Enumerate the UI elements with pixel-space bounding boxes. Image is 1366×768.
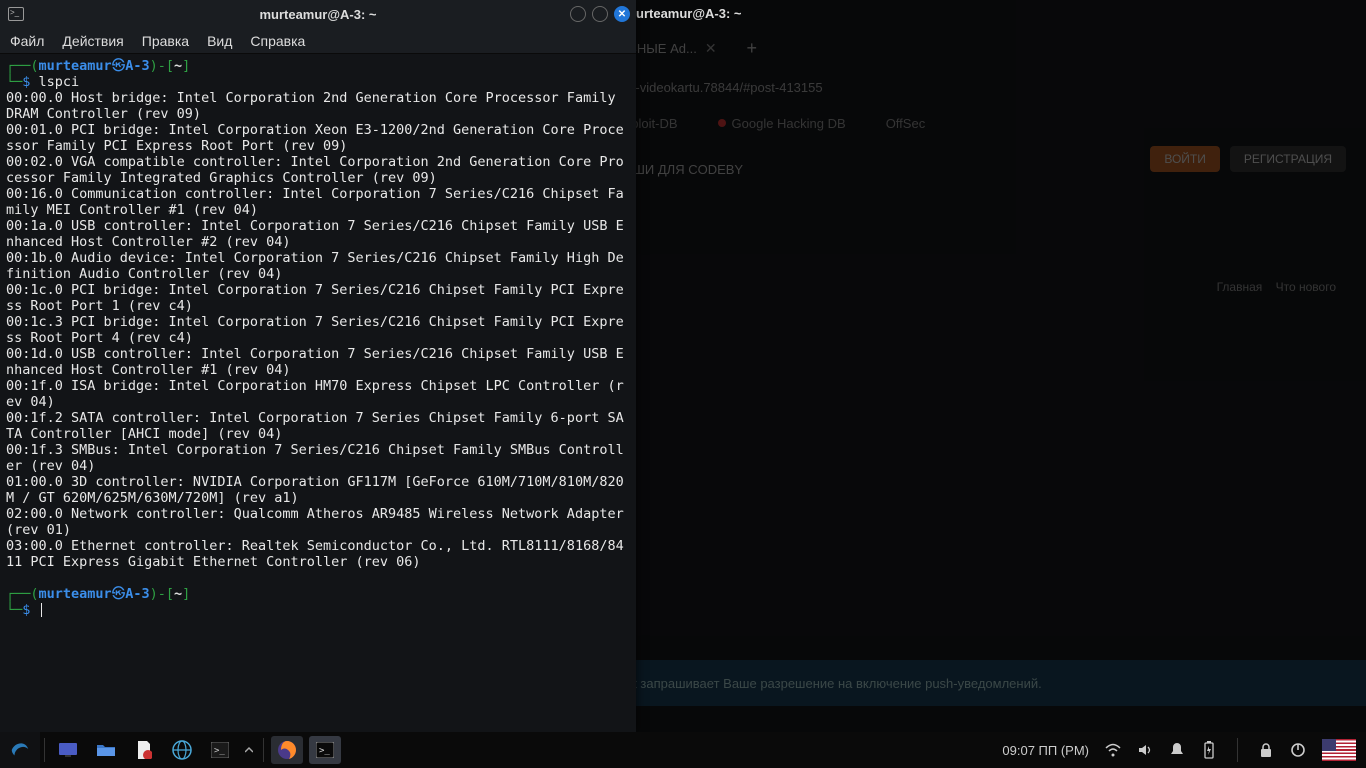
taskbar-app-browser[interactable] bbox=[166, 736, 198, 764]
taskbar-clock[interactable]: 09:07 ПП (PM) bbox=[1002, 743, 1089, 758]
menu-help[interactable]: Справка bbox=[250, 33, 305, 49]
terminal-titlebar[interactable]: >_ murteamur@A-3: ~ ✕ bbox=[0, 0, 636, 28]
svg-text:>_: >_ bbox=[214, 746, 225, 756]
bookmark-item[interactable]: Google Hacking DB bbox=[718, 116, 846, 131]
typed-command: lspci bbox=[39, 74, 80, 90]
taskbar-separator bbox=[263, 738, 264, 762]
terminal-menubar: Файл Действия Правка Вид Справка bbox=[0, 28, 636, 54]
command-output: 00:00.0 Host bridge: Intel Corporation 2… bbox=[6, 90, 630, 570]
notifications-icon[interactable] bbox=[1169, 742, 1185, 758]
menu-actions[interactable]: Действия bbox=[62, 33, 123, 49]
monitor-icon bbox=[58, 742, 78, 758]
taskbar-app-editor[interactable] bbox=[128, 736, 160, 764]
taskbar-app-desktop[interactable] bbox=[52, 736, 84, 764]
taskbar-app-files[interactable] bbox=[90, 736, 122, 764]
keyboard-layout-flag[interactable] bbox=[1322, 739, 1356, 761]
kali-dragon-icon bbox=[9, 739, 31, 761]
globe-icon bbox=[172, 740, 192, 760]
app-menu-button[interactable] bbox=[0, 732, 40, 768]
volume-icon[interactable] bbox=[1137, 742, 1153, 758]
text-cursor bbox=[41, 603, 43, 617]
terminal-icon: >_ bbox=[316, 742, 334, 758]
desktop-window-title: murteamur@A-3: ~ bbox=[624, 6, 741, 21]
document-icon bbox=[136, 741, 152, 759]
prompt-line: ┌──(murteamur㉿A-3)-[~] bbox=[6, 586, 630, 602]
bookmark-item[interactable]: OffSec bbox=[886, 116, 926, 131]
terminal-app-icon: >_ bbox=[8, 7, 24, 21]
favicon-icon bbox=[718, 119, 726, 127]
firefox-icon bbox=[277, 740, 297, 760]
battery-icon[interactable] bbox=[1201, 742, 1217, 758]
lock-icon[interactable] bbox=[1258, 742, 1274, 758]
folder-icon bbox=[96, 742, 116, 758]
prompt-line: ┌──(murteamur㉿A-3)-[~] bbox=[6, 58, 630, 74]
chevron-up-icon bbox=[245, 744, 253, 756]
tab-close-icon[interactable]: ✕ bbox=[705, 40, 717, 57]
register-button[interactable]: РЕГИСТРАЦИЯ bbox=[1230, 146, 1346, 172]
svg-text:>_: >_ bbox=[319, 746, 330, 756]
taskbar-app-terminal[interactable]: >_ bbox=[204, 736, 236, 764]
minimize-button[interactable] bbox=[570, 6, 586, 22]
menu-file[interactable]: Файл bbox=[10, 33, 44, 49]
taskbar-running-terminal[interactable]: >_ bbox=[309, 736, 341, 764]
menu-view[interactable]: Вид bbox=[207, 33, 232, 49]
maximize-button[interactable] bbox=[592, 6, 608, 22]
auth-buttons: ВОЙТИ РЕГИСТРАЦИЯ bbox=[1150, 146, 1346, 172]
login-button[interactable]: ВОЙТИ bbox=[1150, 146, 1220, 172]
wifi-icon[interactable] bbox=[1105, 742, 1121, 758]
taskbar-arrow[interactable] bbox=[242, 736, 256, 764]
terminal-window[interactable]: >_ murteamur@A-3: ~ ✕ Файл Действия Прав… bbox=[0, 0, 636, 732]
taskbar-separator bbox=[44, 738, 45, 762]
prompt-input-line[interactable]: └─$ bbox=[6, 602, 630, 618]
close-button[interactable]: ✕ bbox=[614, 6, 630, 22]
power-icon[interactable] bbox=[1290, 742, 1306, 758]
terminal-icon: >_ bbox=[211, 742, 229, 758]
menu-edit[interactable]: Правка bbox=[142, 33, 189, 49]
breadcrumb: Главная Что нового bbox=[1217, 280, 1336, 294]
terminal-title: murteamur@A-3: ~ bbox=[259, 7, 376, 22]
new-tab-button[interactable]: + bbox=[747, 38, 758, 59]
prompt-command-line: └─$ lspci bbox=[6, 74, 630, 90]
taskbar-separator bbox=[1237, 738, 1238, 762]
terminal-content[interactable]: ┌──(murteamur㉿A-3)-[~] └─$ lspci 00:00.0… bbox=[0, 54, 636, 732]
taskbar: >_ >_ 09:07 ПП (PM) bbox=[0, 732, 1366, 768]
taskbar-running-firefox[interactable] bbox=[271, 736, 303, 764]
